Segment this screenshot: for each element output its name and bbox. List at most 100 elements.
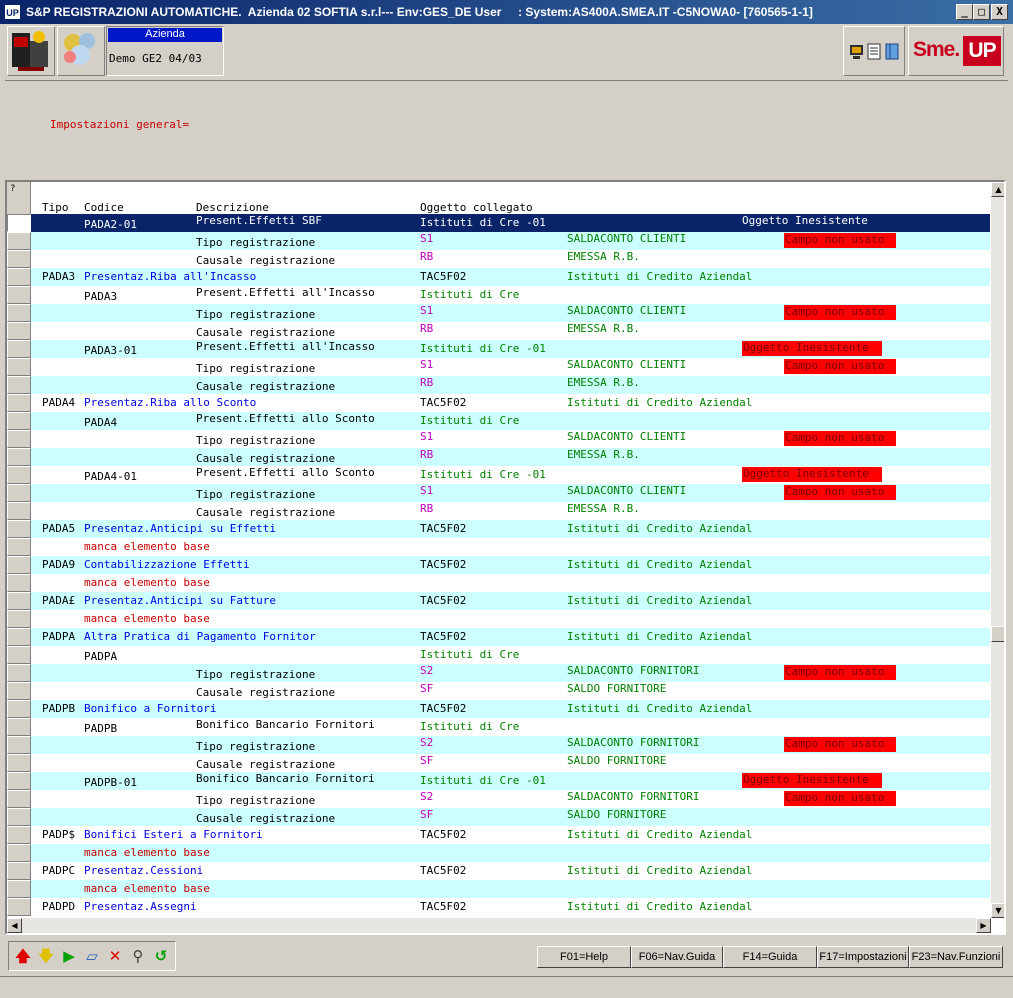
row-selector[interactable] [7, 592, 31, 610]
f14-guida-button[interactable]: F14=Guida [723, 946, 817, 968]
col-codice[interactable]: Codice [84, 201, 124, 214]
row-selector[interactable] [7, 286, 31, 304]
table-row[interactable]: PADA£ Presentaz.Anticipi su Fatture TAC5F0… [7, 592, 990, 610]
row-selector[interactable] [7, 538, 31, 556]
grid-corner[interactable]: ? [7, 182, 31, 214]
table-row[interactable]: PADPB Bonifico Bancario Fornitori Istituti… [7, 718, 990, 736]
f01-help-button[interactable]: F01=Help [537, 946, 631, 968]
table-row[interactable]: manca elemento base [7, 880, 990, 898]
vertical-scrollbar[interactable]: ▲ ▼ [991, 182, 1004, 918]
row-selector[interactable] [7, 268, 31, 286]
row-selector[interactable] [7, 340, 31, 358]
col-tipo[interactable]: Tipo [42, 201, 69, 214]
row-selector[interactable] [7, 790, 31, 808]
table-row[interactable]: Causale registrazione RB EMESSA R.B. [7, 322, 990, 340]
computer-icon[interactable] [850, 45, 863, 59]
row-selector[interactable] [7, 700, 31, 718]
row-selector[interactable] [7, 250, 31, 268]
table-row[interactable]: PADA5 Presentaz.Anticipi su Effetti TAC5F0… [7, 520, 990, 538]
row-selector[interactable] [7, 358, 31, 376]
table-row[interactable]: manca elemento base [7, 610, 990, 628]
row-selector[interactable] [7, 898, 31, 916]
table-row[interactable]: Causale registrazione RB EMESSA R.B. [7, 250, 990, 268]
table-row[interactable]: Tipo registrazione S2 SALDACONTO FORNITORI… [7, 736, 990, 754]
f17-impostazioni-button[interactable]: F17=Impostazioni [817, 946, 909, 968]
row-selector[interactable] [7, 880, 31, 898]
row-selector[interactable] [7, 736, 31, 754]
scroll-left-icon[interactable]: ◀ [7, 918, 22, 933]
play-icon[interactable]: ▶ [59, 946, 79, 966]
scroll-up-icon[interactable]: ▲ [991, 182, 1004, 197]
row-selector[interactable] [7, 484, 31, 502]
row-selector[interactable] [7, 844, 31, 862]
table-row[interactable]: Tipo registrazione S1 SALDACONTO CLIENTI Ca… [7, 304, 990, 322]
table-row[interactable]: PADA3 Presentaz.Riba all'Incasso TAC5F02 Is… [7, 268, 990, 286]
horizontal-scrollbar[interactable]: ◀ ▶ [7, 918, 991, 933]
table-row[interactable]: PADA3 Present.Effetti all'Incasso Istituti… [7, 286, 990, 304]
row-selector[interactable] [7, 826, 31, 844]
row-selector[interactable] [7, 754, 31, 772]
row-selector[interactable] [7, 412, 31, 430]
table-row[interactable]: PADA4 Presentaz.Riba allo Sconto TAC5F02 Is… [7, 394, 990, 412]
eraser-icon[interactable]: ▱ [82, 946, 102, 966]
scroll-right-icon[interactable]: ▶ [976, 918, 991, 933]
table-row[interactable]: Causale registrazione RB EMESSA R.B. [7, 502, 990, 520]
data-grid[interactable]: ? Tipo Codice Descrizione Oggetto colleg… [5, 180, 1006, 935]
book-icon[interactable] [885, 43, 899, 60]
table-row[interactable]: Causale registrazione SF SALDO FORNITORE [7, 682, 990, 700]
smeup-logo-icon[interactable] [57, 26, 105, 76]
row-selector[interactable] [7, 808, 31, 826]
row-selector[interactable] [7, 646, 31, 664]
scroll-thumb[interactable] [991, 626, 1004, 642]
table-row[interactable]: Causale registrazione RB EMESSA R.B. [7, 376, 990, 394]
table-row[interactable]: Tipo registrazione S1 SALDACONTO CLIENTI Ca… [7, 232, 990, 250]
row-selector[interactable] [7, 394, 31, 412]
row-selector[interactable] [7, 502, 31, 520]
row-selector[interactable] [7, 430, 31, 448]
f23-nav-funzioni-button[interactable]: F23=Nav.Funzioni [909, 946, 1003, 968]
maximize-button[interactable]: □ [973, 4, 990, 20]
row-selector[interactable] [7, 466, 31, 484]
row-selector[interactable] [7, 214, 31, 232]
row-selector[interactable] [7, 718, 31, 736]
row-selector[interactable] [7, 682, 31, 700]
row-selector[interactable] [7, 322, 31, 340]
col-descrizione[interactable]: Descrizione [196, 201, 269, 214]
row-selector[interactable] [7, 448, 31, 466]
table-row[interactable]: PADP$ Bonifici Esteri a Fornitori TAC5F02 I… [7, 826, 990, 844]
table-row[interactable]: Causale registrazione RB EMESSA R.B. [7, 448, 990, 466]
table-row[interactable]: PADA4 Present.Effetti allo Sconto Istituti… [7, 412, 990, 430]
table-row[interactable]: Tipo registrazione S2 SALDACONTO FORNITORI… [7, 790, 990, 808]
table-row[interactable]: Tipo registrazione S1 SALDACONTO CLIENTI Ca… [7, 484, 990, 502]
table-row[interactable]: PADPA Istituti di Cre [7, 646, 990, 664]
row-selector[interactable] [7, 520, 31, 538]
table-row[interactable]: PADPB-01 Bonifico Bancario Fornitori Istit… [7, 772, 990, 790]
refresh-icon[interactable]: ↺ [151, 946, 171, 966]
row-selector[interactable] [7, 664, 31, 682]
row-selector[interactable] [7, 862, 31, 880]
row-selector[interactable] [7, 772, 31, 790]
program-icon[interactable] [7, 26, 55, 76]
table-row[interactable]: PADPC Presentaz.Cessioni TAC5F02 Istituti d… [7, 862, 990, 880]
table-row[interactable]: PADPA Altra Pratica di Pagamento Fornitor… [7, 628, 990, 646]
table-row[interactable]: PADA3-01 Present.Effetti all'Incasso Istit… [7, 340, 990, 358]
table-row[interactable]: manca elemento base [7, 538, 990, 556]
table-row[interactable]: manca elemento base [7, 574, 990, 592]
title-bar[interactable]: UP S&P REGISTRAZIONI AUTOMATICHE. Aziend… [0, 0, 1013, 24]
row-selector[interactable] [7, 574, 31, 592]
table-row[interactable]: manca elemento base [7, 844, 990, 862]
row-selector[interactable] [7, 376, 31, 394]
table-row[interactable]: PADPB Bonifico a Fornitori TAC5F02 Istituti… [7, 700, 990, 718]
arrow-down-icon[interactable]: 🡇 [36, 946, 56, 966]
row-selector[interactable] [7, 304, 31, 322]
close-button[interactable]: X [991, 4, 1008, 20]
table-row[interactable]: PADA9 Contabilizzazione Effetti TAC5F02 Ist… [7, 556, 990, 574]
document-icon[interactable] [867, 43, 881, 60]
minimize-button[interactable]: _ [956, 4, 973, 20]
row-selector[interactable] [7, 610, 31, 628]
table-row[interactable]: Tipo registrazione S1 SALDACONTO CLIENTI Ca… [7, 430, 990, 448]
table-row[interactable]: Tipo registrazione S1 SALDACONTO CLIENTI Ca… [7, 358, 990, 376]
table-row[interactable]: Causale registrazione SF SALDO FORNITORE [7, 808, 990, 826]
search-icon[interactable]: ⚲ [128, 946, 148, 966]
table-row[interactable]: Causale registrazione SF SALDO FORNITORE [7, 754, 990, 772]
